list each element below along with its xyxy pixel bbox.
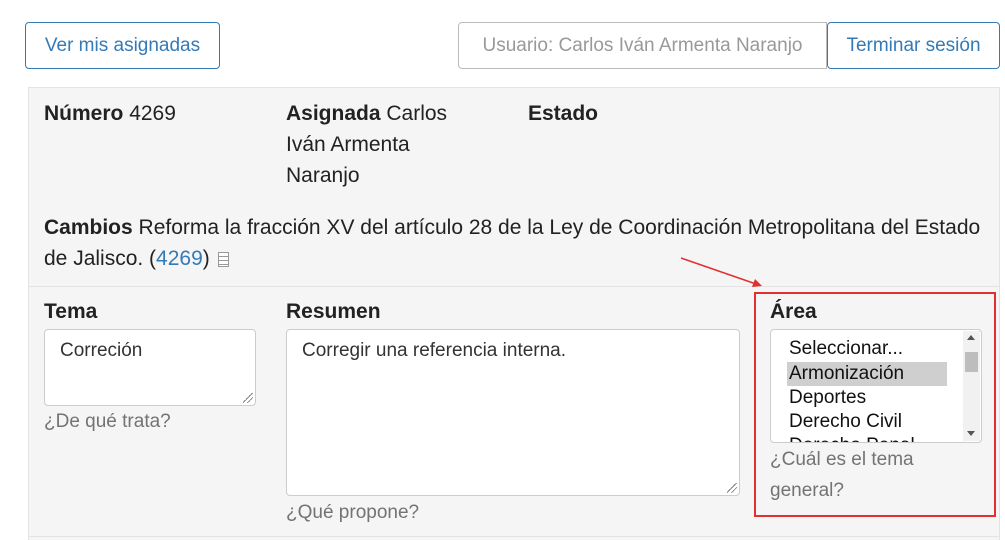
annotation-arrow-icon [680, 257, 762, 287]
